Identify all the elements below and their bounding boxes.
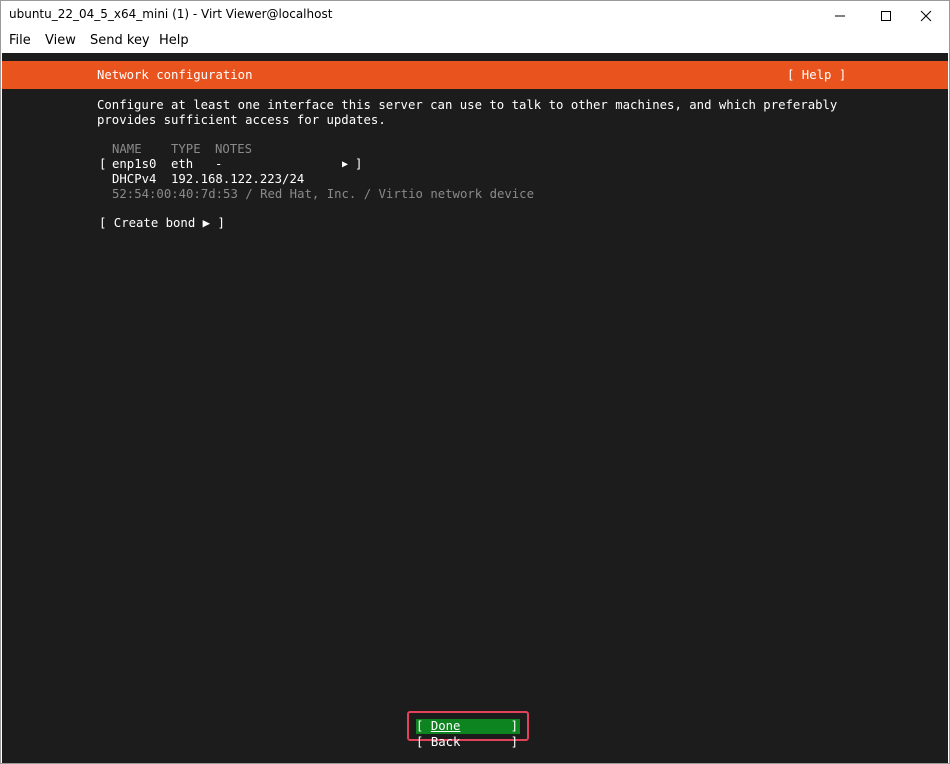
interface-name: enp1s0 (112, 157, 157, 171)
close-icon (920, 10, 932, 21)
interface-dhcp-label: DHCPv4 (112, 172, 157, 186)
menu-help[interactable]: Help (159, 33, 189, 48)
minimize-icon (835, 15, 845, 16)
interface-address: 192.168.122.223/24 (171, 172, 305, 186)
window-title: ubuntu_22_04_5_x64_mini (1) - Virt Viewe… (9, 7, 333, 21)
back-button-close: ] (510, 735, 518, 749)
menu-view[interactable]: View (45, 33, 76, 48)
back-button-label: Back (430, 735, 461, 749)
installer-header: Network configuration [ Help ] (2, 61, 948, 89)
description-line-2: provides sufficient access for updates. (97, 113, 386, 127)
menu-file[interactable]: File (9, 33, 31, 48)
create-bond-button[interactable]: [ Create bond ▶ ] (99, 216, 225, 231)
interface-row-open-bracket: [ (99, 157, 107, 171)
minimize-button[interactable] (817, 1, 863, 30)
vm-console[interactable]: Network configuration [ Help ] Configure… (2, 53, 948, 763)
done-button[interactable]: [ Done] (416, 719, 520, 734)
interface-row-close-bracket: ] (355, 157, 363, 171)
back-button-open: [ (416, 735, 431, 749)
interface-notes: - (215, 157, 223, 171)
done-button-close: ] (510, 719, 518, 733)
done-button-label: Done (430, 719, 461, 733)
close-button[interactable] (903, 1, 949, 30)
interface-menu-arrow-icon: ▶ (342, 159, 349, 170)
back-button[interactable]: [ Back] (416, 735, 520, 750)
title-bar: ubuntu_22_04_5_x64_mini (1) - Virt Viewe… (1, 1, 949, 30)
done-button-open: [ (416, 719, 431, 733)
column-header-notes: NOTES (215, 142, 253, 156)
description-line-1: Configure at least one interface this se… (97, 98, 838, 112)
maximize-icon (881, 10, 891, 21)
help-button[interactable]: [ Help ] (787, 68, 846, 82)
column-header-name: NAME (112, 142, 142, 156)
page-title: Network configuration (97, 68, 253, 82)
interface-device-info: 52:54:00:40:7d:53 / Red Hat, Inc. / Virt… (112, 187, 534, 201)
menu-send-key[interactable]: Send key (90, 33, 150, 48)
virt-viewer-window: ubuntu_22_04_5_x64_mini (1) - Virt Viewe… (0, 0, 950, 764)
interface-type: eth (171, 157, 194, 171)
menu-bar: File View Send key Help (1, 30, 949, 52)
column-header-type: TYPE (171, 142, 201, 156)
